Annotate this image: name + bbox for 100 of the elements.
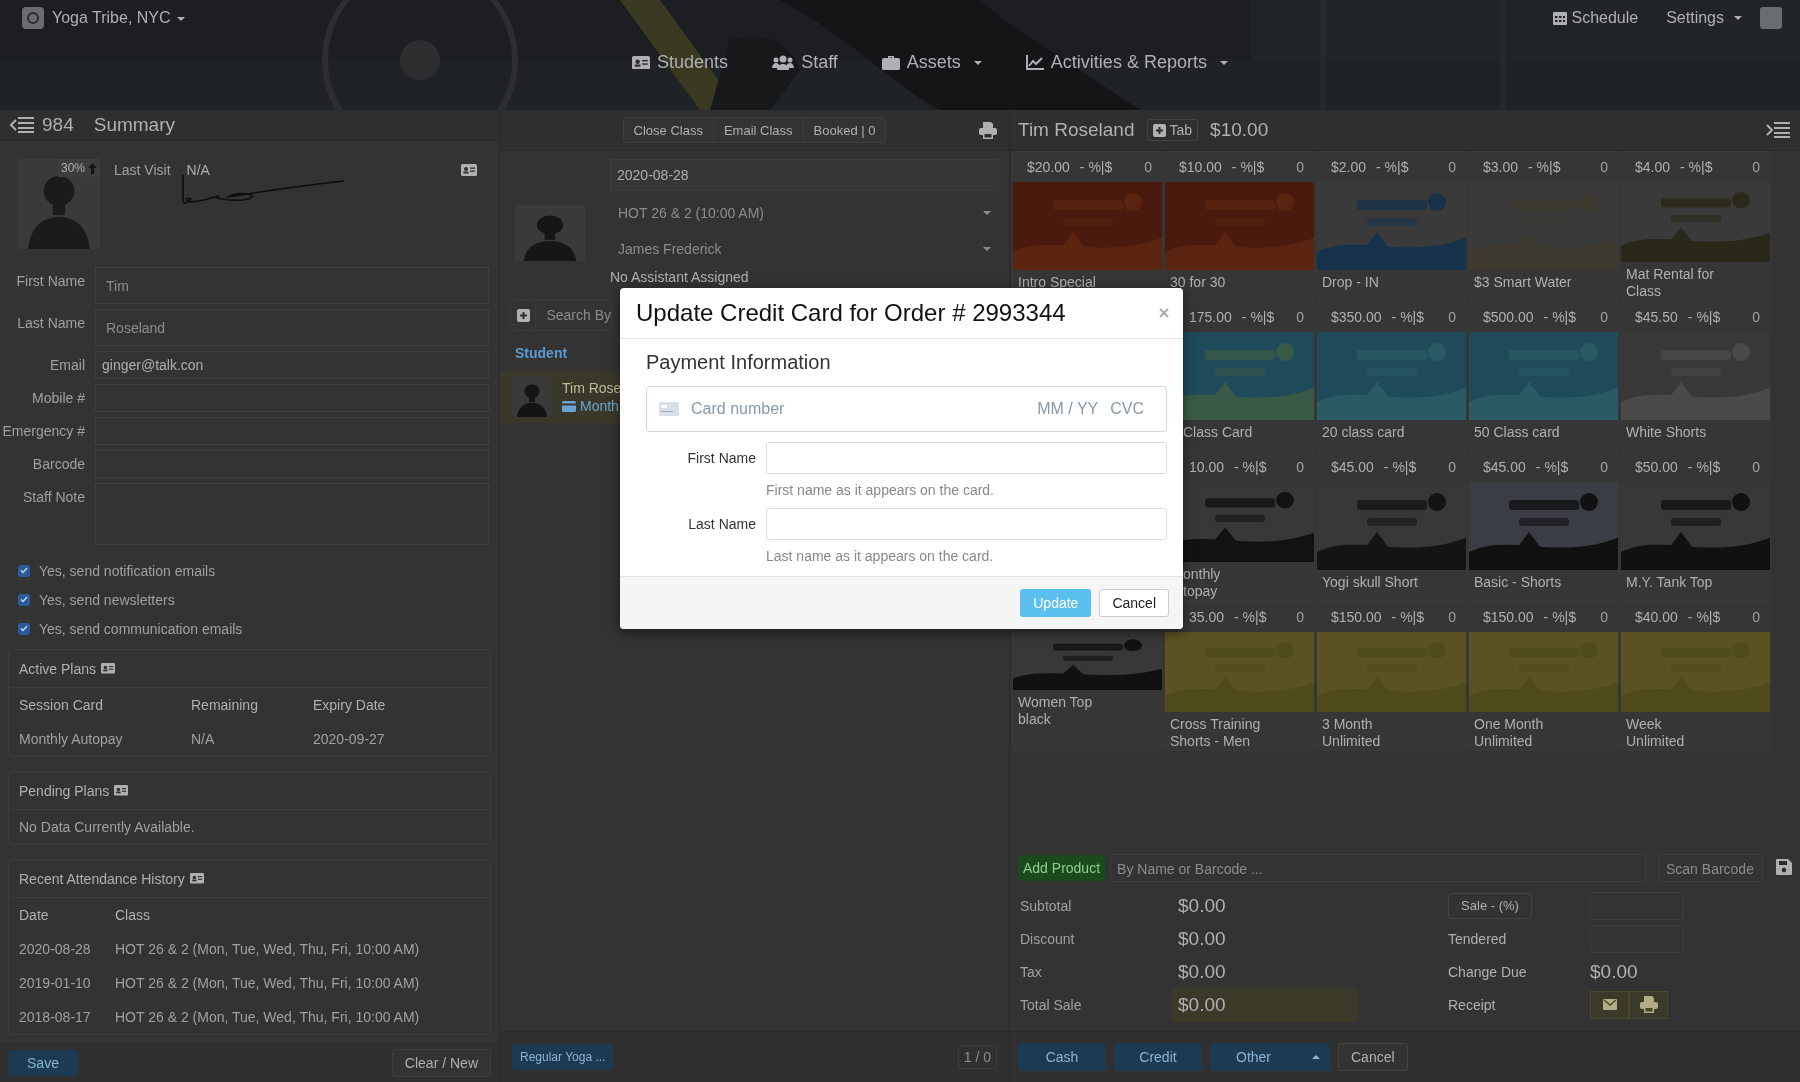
discount-toggle[interactable]: - %|$ <box>1687 609 1721 625</box>
quantity-field[interactable]: 0 <box>1296 309 1304 325</box>
product-tile[interactable]: $45.50 - %|$ 0 White Shorts <box>1620 301 1771 451</box>
schedule-link[interactable]: Schedule <box>1553 9 1639 27</box>
nav-link[interactable]: Assets <box>881 52 982 73</box>
location-menu[interactable]: Yoga Tribe, NYC <box>52 9 185 27</box>
help-text: First name as it appears on the card. <box>766 482 995 498</box>
class-select[interactable]: HOT 26 & 2 (10:00 AM) <box>610 195 999 231</box>
field-label: Barcode <box>31 455 86 475</box>
back-list-icon[interactable] <box>10 117 34 134</box>
credit-card-icon <box>659 402 679 416</box>
product-price: $350.00 <box>1331 309 1382 325</box>
tab-button[interactable]: Tab <box>1146 119 1199 141</box>
product-tile[interactable]: $45.00 - %|$ 0 Yogi skull Short <box>1316 451 1467 601</box>
discount-toggle[interactable]: - %|$ <box>1383 459 1417 475</box>
field-label: Last Name <box>16 314 86 334</box>
save-button[interactable]: Save <box>8 1050 78 1077</box>
discount-toggle[interactable]: - %|$ <box>1535 459 1569 475</box>
nav-link[interactable]: Staff <box>772 52 838 73</box>
product-tile[interactable]: $50.00 - %|$ 0 M.Y. Tank Top <box>1620 451 1771 601</box>
save-icon[interactable] <box>1776 858 1792 875</box>
discount-toggle[interactable]: - %|$ <box>1391 309 1425 325</box>
product-tile[interactable]: 35.00 - %|$ 0 Cross Training Shorts - Men <box>1164 601 1315 751</box>
product-tile[interactable]: $10.00 - %|$ 0 30 for 30 <box>1164 151 1315 301</box>
card-number-field[interactable]: Card number MM / YY CVC <box>646 386 1167 432</box>
input-field[interactable]: Roseland <box>95 309 489 347</box>
quantity-field[interactable]: 0 <box>1144 159 1152 175</box>
search-field[interactable]: Search By <box>510 299 612 331</box>
discount-toggle[interactable]: - %|$ <box>1234 609 1267 625</box>
input-field[interactable]: ginger@talk.con <box>95 351 489 380</box>
quantity-field[interactable]: 0 <box>1600 159 1608 175</box>
product-tile[interactable]: $500.00 - %|$ 0 50 Class card <box>1468 301 1619 451</box>
nav-link[interactable]: Students <box>632 52 729 73</box>
date-field[interactable]: 2020-08-28 <box>610 159 999 191</box>
toolbar-button[interactable]: Email Class <box>712 118 803 142</box>
discount-toggle[interactable]: - %|$ <box>1376 159 1409 175</box>
discount-toggle[interactable]: - %|$ <box>1231 159 1265 175</box>
discount-toggle[interactable]: - %|$ <box>1543 309 1577 325</box>
payment-button[interactable]: Cash <box>1018 1043 1106 1071</box>
product-tile[interactable]: $350.00 - %|$ 0 20 class card <box>1316 301 1467 451</box>
class-button[interactable]: Regular Yoga ... <box>512 1044 614 1070</box>
product-tile[interactable]: Women Top black <box>1012 631 1163 751</box>
cancel-button[interactable]: Cancel <box>1099 589 1169 617</box>
quantity-field[interactable]: 0 <box>1448 459 1456 475</box>
product-tile[interactable]: $40.00 - %|$ 0 Week Unlimited <box>1620 601 1771 751</box>
product-name: 3 Month Unlimited <box>1321 715 1382 750</box>
settings-menu[interactable]: Settings <box>1666 9 1742 27</box>
product-tile[interactable]: $3.00 - %|$ 0 $3 Smart Water <box>1468 151 1619 301</box>
quantity-field[interactable]: 0 <box>1752 459 1760 475</box>
product-tile[interactable]: $45.00 - %|$ 0 Basic - Shorts <box>1468 451 1619 601</box>
clear-button[interactable]: Clear / New <box>391 1049 491 1078</box>
quantity-field[interactable]: 0 <box>1296 159 1304 175</box>
discount-toggle[interactable]: - %|$ <box>1543 609 1577 625</box>
quantity-field[interactable]: 0 <box>1600 459 1608 475</box>
quantity-field[interactable]: 0 <box>1600 309 1608 325</box>
checkbox[interactable] <box>18 622 30 635</box>
discount-toggle[interactable]: - %|$ <box>1391 609 1425 625</box>
product-tile[interactable]: $2.00 - %|$ 0 Drop - IN <box>1316 151 1467 301</box>
instructor-select[interactable]: James Frederick <box>610 231 999 267</box>
barcode-field[interactable]: Scan Barcode <box>1659 854 1763 882</box>
printer-icon[interactable] <box>979 122 997 139</box>
quantity-field[interactable]: 0 <box>1752 609 1760 625</box>
email-receipt-button[interactable] <box>1590 990 1629 1019</box>
discount-toggle[interactable]: - %|$ <box>1079 159 1113 175</box>
discount-toggle[interactable]: - %|$ <box>1680 159 1713 175</box>
quantity-field[interactable]: 0 <box>1296 609 1304 625</box>
payment-button[interactable]: Credit <box>1114 1043 1202 1071</box>
toolbar-button[interactable]: Booked | 0 <box>802 118 886 142</box>
quantity-field[interactable]: 0 <box>1752 309 1760 325</box>
product-tile[interactable]: $150.00 - %|$ 0 3 Month Unlimited <box>1316 601 1467 751</box>
quantity-field[interactable]: 0 <box>1752 159 1760 175</box>
product-name: One Month Unlimited <box>1473 715 1545 750</box>
discount-toggle[interactable]: - %|$ <box>1528 159 1561 175</box>
quantity-field[interactable]: 0 <box>1296 459 1304 475</box>
toolbar-button[interactable]: Close Class <box>623 118 713 142</box>
checkmark-icon <box>20 596 28 604</box>
nav-link[interactable]: Activities & Reports <box>1025 52 1228 73</box>
quantity-field[interactable]: 0 <box>1448 159 1456 175</box>
print-receipt-button[interactable] <box>1629 990 1668 1019</box>
expand-list-icon[interactable] <box>1766 122 1790 138</box>
payment-dropdown[interactable]: Other <box>1210 1043 1330 1071</box>
quantity-field[interactable]: 0 <box>1448 609 1456 625</box>
sale-button[interactable]: Sale - (%) <box>1448 892 1532 919</box>
add-product-button[interactable]: Add Product <box>1018 855 1106 881</box>
discount-toggle[interactable]: - %|$ <box>1241 309 1275 325</box>
discount-toggle[interactable]: - %|$ <box>1687 309 1721 325</box>
field-label: First Name <box>686 449 757 468</box>
discount-toggle[interactable]: - %|$ <box>1234 459 1267 475</box>
product-tile[interactable]: $4.00 - %|$ 0 Mat Rental for Class <box>1620 151 1771 301</box>
quantity-field[interactable]: 0 <box>1448 309 1456 325</box>
product-tile[interactable]: $150.00 - %|$ 0 One Month Unlimited <box>1468 601 1619 751</box>
checkbox[interactable] <box>18 564 30 577</box>
cancel-button[interactable]: Cancel <box>1338 1043 1408 1071</box>
product-search-field[interactable]: By Name or Barcode ... <box>1110 854 1646 882</box>
quantity-field[interactable]: 0 <box>1600 609 1608 625</box>
total-value: $0.00 <box>1178 960 1227 983</box>
checkbox[interactable] <box>18 593 30 606</box>
discount-toggle[interactable]: - %|$ <box>1687 459 1721 475</box>
input-field[interactable]: Tim <box>95 267 489 305</box>
student-row[interactable]: Tim Rose Month <box>500 371 620 423</box>
